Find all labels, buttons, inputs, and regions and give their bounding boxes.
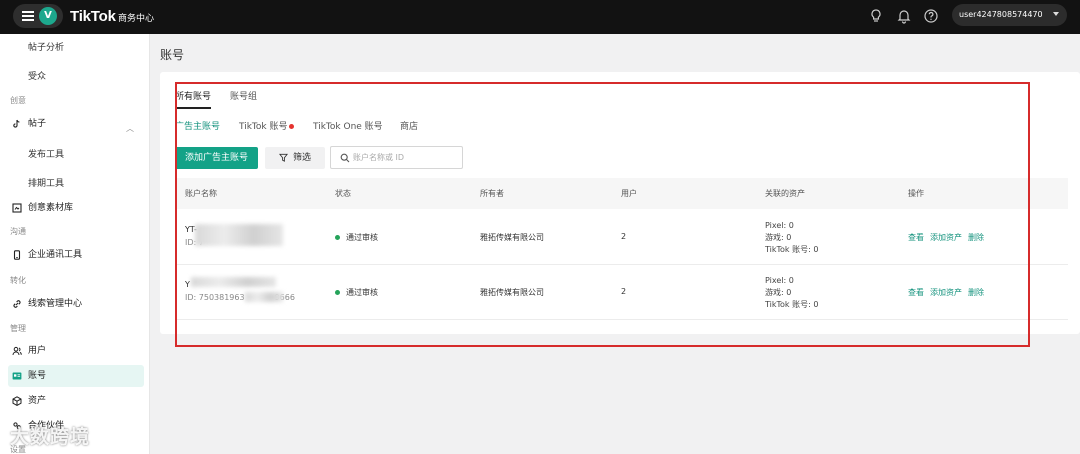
sidebar-item-creative-library[interactable]: 创意素材库 [8,197,144,219]
page-title: 账号 [160,48,185,62]
cube-icon [12,396,22,406]
menu-icon [22,11,34,21]
sidebar-item-label: 线索管理中心 [28,299,83,309]
phone-icon [13,250,21,260]
account-card-icon [12,372,22,380]
sidebar-item-label: 账号 [28,371,47,381]
user-account-dropdown[interactable]: user4247808574470 [952,4,1067,26]
top-bar: V TikTok 商务中心 user4247808574470 [0,0,1080,34]
sidebar-category-conversion: 转化 [10,276,26,285]
sidebar-item-lead-center[interactable]: 线索管理中心 [8,293,144,315]
bell-icon[interactable] [896,8,912,24]
sidebar-item-users[interactable]: 用户 [8,340,144,362]
sidebar: 帖子分析 受众 创意 帖子 ︿ 发布工具 排期工具 创意素材库 沟通 企业通讯工… [0,34,150,454]
sidebar-item-label: 帖子 [28,119,47,129]
sidebar-item-enterprise-comm[interactable]: 企业通讯工具 [8,244,144,266]
users-icon [12,346,22,356]
sidebar-item-accounts[interactable]: 账号 [8,365,144,387]
user-name: user4247808574470 [959,10,1043,19]
sidebar-item-schedule-tool[interactable]: 排期工具 [28,176,64,189]
sidebar-item-assets[interactable]: 资产 [8,390,144,412]
brand-subtitle: 商务中心 [118,14,155,24]
sidebar-item-post-analysis[interactable]: 帖子分析 [28,40,64,53]
highlight-box [175,82,1030,347]
sidebar-category-creative: 创意 [10,96,26,105]
sidebar-item-audience[interactable]: 受众 [28,69,46,82]
watermark: 大数跨境 [10,426,91,448]
sidebar-item-publish-tool[interactable]: 发布工具 [28,147,64,160]
sidebar-item-label: 创意素材库 [28,203,74,213]
chevron-up-icon: ︿ [126,124,134,133]
tiktok-icon [13,119,20,128]
workspace-avatar[interactable]: V [39,7,57,25]
menu-button[interactable]: V [13,4,63,28]
sidebar-item-label: 企业通讯工具 [28,250,83,260]
library-icon [12,203,22,213]
sidebar-category-communication: 沟通 [10,227,26,236]
sidebar-item-label: 资产 [28,396,47,406]
sidebar-item-label: 用户 [28,346,47,356]
link-icon [13,300,21,308]
sidebar-item-posts[interactable]: 帖子 ︿ [8,113,144,135]
lightbulb-icon[interactable] [868,8,884,24]
chevron-down-icon [1053,12,1059,16]
brand-logo: TikTok [70,8,116,25]
help-icon[interactable] [923,8,939,24]
sidebar-category-management: 管理 [10,324,26,333]
